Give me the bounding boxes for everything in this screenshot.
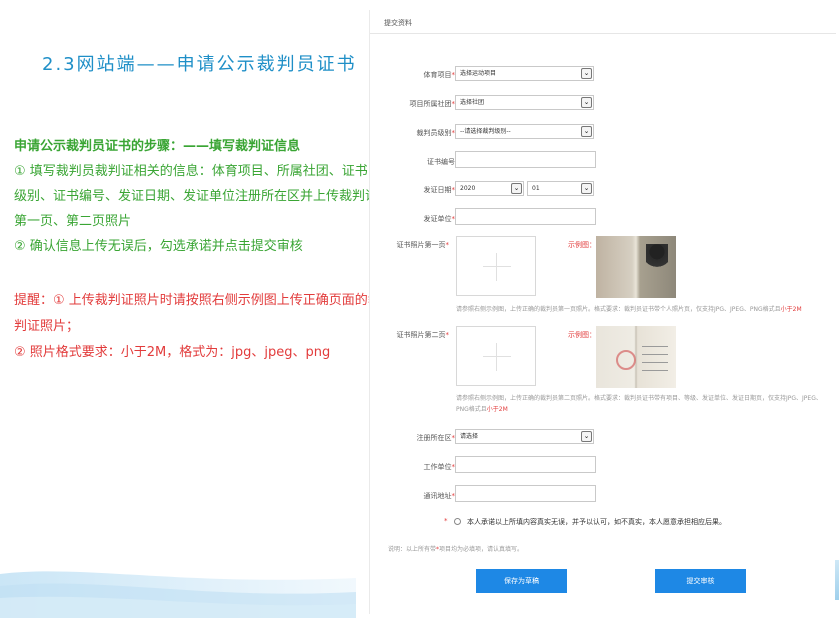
warning-text: 提醒：① 上传裁判证照片时请按照右侧示例图上传正确页面的裁判证照片； ② 照片格… (14, 288, 384, 366)
address-label: 通讯地址* (423, 492, 456, 500)
photo2-sample-image (596, 326, 676, 388)
photo2-label: 证书照片第二页* (396, 331, 450, 339)
chevron-down-icon: ⌄ (581, 183, 592, 194)
steps-text: 申请公示裁判员证书的步骤：——填写裁判证信息 ① 填写裁判员裁判证相关的信息：体… (14, 134, 379, 259)
plus-icon (483, 356, 511, 357)
level-select[interactable]: --请选择裁判级别-- ⌄ (455, 124, 594, 139)
divider (370, 33, 836, 34)
month-select[interactable]: 01 ⌄ (527, 181, 594, 196)
chevron-down-icon: ⌄ (581, 97, 592, 108)
form-panel: 提交资料 体育项目* 选择运动项目 ⌄ 项目所属社团* 选择社团 ⌄ 裁判员级别* … (369, 10, 836, 614)
issuer-input[interactable] (455, 208, 596, 225)
district-label: 注册所在区* (416, 434, 456, 442)
date-label: 发证日期* (423, 186, 456, 194)
chevron-down-icon: ⌄ (581, 126, 592, 137)
sport-label: 体育项目* (423, 71, 456, 79)
warning-1: 提醒：① 上传裁判证照片时请按照右侧示例图上传正确页面的裁判证照片； (14, 293, 381, 334)
level-label: 裁判员级别* (416, 129, 456, 137)
cert-no-input[interactable] (455, 151, 596, 168)
required-note: 说明：以上所有带*项目均为必填项，请认真填写。 (388, 546, 524, 553)
cert-no-label: 证书编号 (427, 158, 455, 166)
photo2-hint: 请参照右侧示例图，上传正确的裁判员第二页照片。格式要求：裁判员证书带有项目、等级… (456, 395, 822, 413)
work-label: 工作单位* (423, 463, 456, 471)
photo1-hint: 请参照右侧示例图，上传正确的裁判员第一页照片。格式要求：裁判员证书带个人照片页，… (456, 306, 802, 313)
plus-icon (483, 266, 511, 267)
save-draft-button[interactable]: 保存为草稿 (476, 569, 567, 593)
work-input[interactable] (455, 456, 596, 473)
address-input[interactable] (455, 485, 596, 502)
warning-2: ② 照片格式要求：小于2M，格式为：jpg、jpeg、png (14, 345, 331, 360)
club-label: 项目所属社团* (409, 100, 456, 108)
issuer-label: 发证单位* (423, 215, 456, 223)
photo1-sample-label: 示例图： (568, 241, 596, 249)
panel-title: 提交资料 (384, 19, 412, 27)
agree-required-mark: * (444, 517, 448, 525)
submit-button[interactable]: 提交审核 (655, 569, 746, 593)
photo1-sample-image (596, 236, 676, 298)
agree-radio[interactable] (454, 518, 461, 525)
stamp-mark (616, 350, 636, 370)
chevron-down-icon: ⌄ (581, 431, 592, 442)
photo1-label: 证书照片第一页* (396, 241, 450, 249)
agree-text: 本人承诺以上所填内容真实无误，并予以认可，如不真实，本人愿意承担相应后果。 (467, 518, 726, 526)
district-select[interactable]: 请选择 ⌄ (455, 429, 594, 444)
sport-select[interactable]: 选择运动项目 ⌄ (455, 66, 594, 81)
photo1-upload[interactable] (456, 236, 536, 296)
chevron-down-icon: ⌄ (511, 183, 522, 194)
photo2-sample-label: 示例图： (568, 331, 596, 339)
slide-title: 2.3网站端——申请公示裁判员证书 (42, 54, 357, 75)
photo2-upload[interactable] (456, 326, 536, 386)
decorative-wave (0, 571, 356, 618)
portrait-photo (646, 244, 668, 270)
step-2: ② 确认信息上传无误后，勾选承诺并点击提交审核 (14, 239, 303, 254)
step-1: ① 填写裁判员裁判证相关的信息：体育项目、所属社团、证书级别、证书编号、发证日期… (14, 164, 379, 229)
chevron-down-icon: ⌄ (581, 68, 592, 79)
steps-heading: 申请公示裁判员证书的步骤：——填写裁判证信息 (14, 139, 301, 154)
year-select[interactable]: 2020 ⌄ (455, 181, 524, 196)
club-select[interactable]: 选择社团 ⌄ (455, 95, 594, 110)
